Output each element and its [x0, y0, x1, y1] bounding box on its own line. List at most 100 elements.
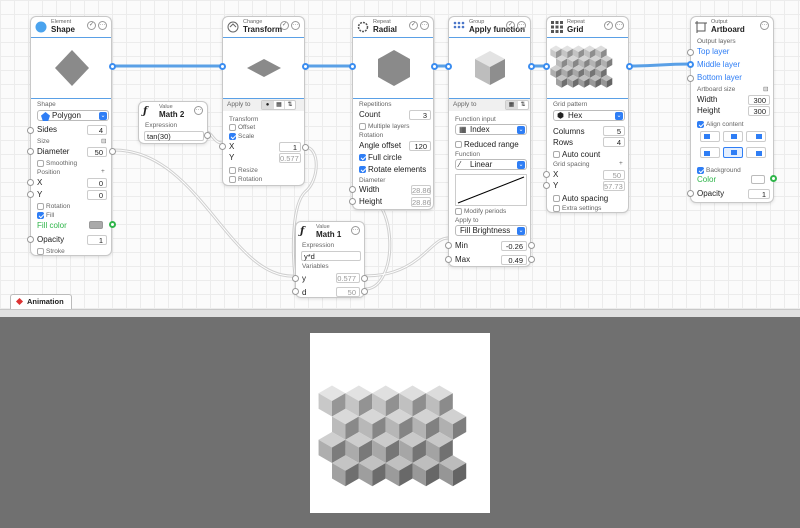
width-port[interactable] [349, 186, 356, 193]
align-content-checkbox[interactable] [697, 121, 704, 128]
add-icon[interactable]: + [101, 168, 105, 175]
check-icon[interactable]: ✓ [506, 21, 515, 30]
max-input[interactable]: 0.49 [501, 255, 527, 265]
stroke-checkbox[interactable] [37, 248, 44, 255]
math2-output-port[interactable] [204, 132, 211, 139]
more-icon[interactable]: ··· [517, 21, 526, 30]
function-input-select[interactable]: ▦ Index ⌄ [455, 124, 527, 135]
diameter-input[interactable]: 50 [87, 147, 107, 157]
var-y-input[interactable]: 0.577 [336, 273, 360, 283]
max-out-port[interactable] [528, 256, 535, 263]
function-graph[interactable] [455, 174, 527, 206]
min-input[interactable]: -0.26 [501, 241, 527, 251]
height-input[interactable]: 28.86 [411, 197, 431, 207]
rows-input[interactable]: 4 [603, 137, 625, 147]
opacity-input[interactable]: 1 [87, 235, 107, 245]
reduced-range-checkbox[interactable] [455, 141, 462, 148]
fit-icon[interactable]: ⊟ [101, 137, 106, 145]
multiple-layers-checkbox[interactable] [359, 123, 366, 130]
scale-checkbox[interactable] [229, 133, 236, 140]
shape-node[interactable]: Element Shape ✓ ··· Shape Polygon ⌄ Sides … [27, 16, 116, 256]
more-icon[interactable]: ··· [760, 21, 769, 30]
align-center-icon[interactable] [723, 146, 743, 158]
spacing-y-port[interactable] [543, 182, 550, 189]
x-port[interactable] [27, 179, 34, 186]
scale-y-input[interactable]: 0.577 [279, 153, 301, 163]
animation-tab[interactable]: Animation [10, 294, 72, 309]
shape-output-port[interactable] [109, 63, 116, 70]
node-canvas[interactable]: Element Shape ✓ ··· Shape Polygon ⌄ Sides … [0, 0, 800, 310]
offset-checkbox[interactable] [229, 124, 236, 131]
width-input[interactable]: 28.86 [411, 185, 431, 195]
var-y-port[interactable] [292, 275, 299, 282]
function-select[interactable]: ⁄ Linear ⌄ [455, 159, 527, 170]
transform-output-port[interactable] [302, 63, 309, 70]
math1-output-port[interactable] [361, 275, 368, 282]
smoothing-checkbox[interactable] [37, 160, 44, 167]
radial-output-port[interactable] [431, 63, 438, 70]
add-icon[interactable]: + [619, 160, 623, 167]
sides-input[interactable]: 4 [87, 125, 107, 135]
check-icon[interactable]: ✓ [604, 21, 613, 30]
sides-port[interactable] [27, 127, 34, 134]
min-port[interactable] [445, 242, 452, 249]
scale-x-out-port[interactable] [302, 144, 309, 151]
apply-function-node[interactable]: Group Apply function ✓ ··· Apply to ▦ ⇅ Fu… [445, 16, 535, 267]
extra-settings-checkbox[interactable] [553, 205, 560, 212]
auto-count-checkbox[interactable] [553, 151, 560, 158]
fill-color-swatch[interactable] [89, 221, 103, 229]
panel-splitter[interactable] [0, 309, 800, 317]
apply-output-port[interactable] [528, 63, 535, 70]
grid-input-port[interactable] [543, 63, 550, 70]
more-icon[interactable]: ··· [351, 226, 360, 235]
y-port[interactable] [27, 191, 34, 198]
count-input[interactable]: 3 [409, 110, 431, 120]
radial-input-port[interactable] [349, 63, 356, 70]
scale-x-input[interactable]: 1 [279, 142, 301, 152]
grid-output-port[interactable] [626, 63, 633, 70]
radial-node[interactable]: Repeat Radial ✓ ··· Repetitions Count 3 M… [349, 16, 438, 210]
modify-periods-checkbox[interactable] [455, 208, 462, 215]
rotation-checkbox[interactable] [229, 176, 236, 183]
columns-input[interactable]: 5 [603, 126, 625, 136]
opacity-port[interactable] [687, 190, 694, 197]
opacity-input[interactable]: 1 [748, 189, 770, 199]
artboard-width-input[interactable]: 300 [748, 95, 770, 105]
diameter-in-port[interactable] [27, 148, 34, 155]
grid-node[interactable]: Repeat Grid ✓ ··· Grid pattern ⬢ Hex ⌄ Col… [543, 16, 633, 213]
scale-x-port[interactable] [219, 143, 226, 150]
fill-color-port[interactable] [109, 221, 116, 228]
artboard-node[interactable]: Output Artboard ··· Output layers Top la… [687, 16, 777, 203]
apply-to-segment[interactable]: ● ▦ ⇅ [261, 100, 296, 110]
check-icon[interactable]: ✓ [280, 21, 289, 30]
opacity-port[interactable] [27, 236, 34, 243]
bottom-layer[interactable]: Bottom layer [697, 73, 742, 82]
fit-icon[interactable]: ⊟ [763, 85, 768, 93]
auto-spacing-checkbox[interactable] [553, 195, 560, 202]
expression-input[interactable]: y*d [301, 251, 361, 261]
artboard-height-input[interactable]: 300 [748, 106, 770, 116]
align-top-left-icon[interactable] [700, 131, 720, 142]
top-layer[interactable]: Top layer [697, 47, 729, 56]
more-icon[interactable]: ··· [291, 21, 300, 30]
check-icon[interactable]: ✓ [409, 21, 418, 30]
check-icon[interactable]: ✓ [87, 21, 96, 30]
middle-layer[interactable]: Middle layer [697, 60, 740, 69]
align-bottom-right-icon[interactable] [746, 146, 766, 158]
background-color-swatch[interactable] [751, 175, 765, 184]
x-input[interactable]: 0 [87, 178, 107, 188]
apply-to-select[interactable]: Fill Brightness ⌄ [455, 225, 527, 236]
align-bottom-left-icon[interactable] [700, 146, 720, 158]
more-icon[interactable]: ··· [98, 21, 107, 30]
expression-input[interactable]: tan(30) [144, 131, 204, 141]
shape-type-select[interactable]: Polygon ⌄ [37, 110, 109, 121]
max-port[interactable] [445, 256, 452, 263]
rotation-checkbox[interactable] [37, 203, 44, 210]
rotate-elements-checkbox[interactable] [359, 166, 366, 173]
more-icon[interactable]: ··· [615, 21, 624, 30]
spacing-x-input[interactable]: 50 [603, 170, 625, 180]
full-circle-checkbox[interactable] [359, 154, 366, 161]
math1-node[interactable]: ƒ Value Math 1 ··· Expression y*d Variab… [292, 221, 368, 298]
grid-pattern-select[interactable]: ⬢ Hex ⌄ [553, 110, 625, 121]
apply-input-port[interactable] [445, 63, 452, 70]
